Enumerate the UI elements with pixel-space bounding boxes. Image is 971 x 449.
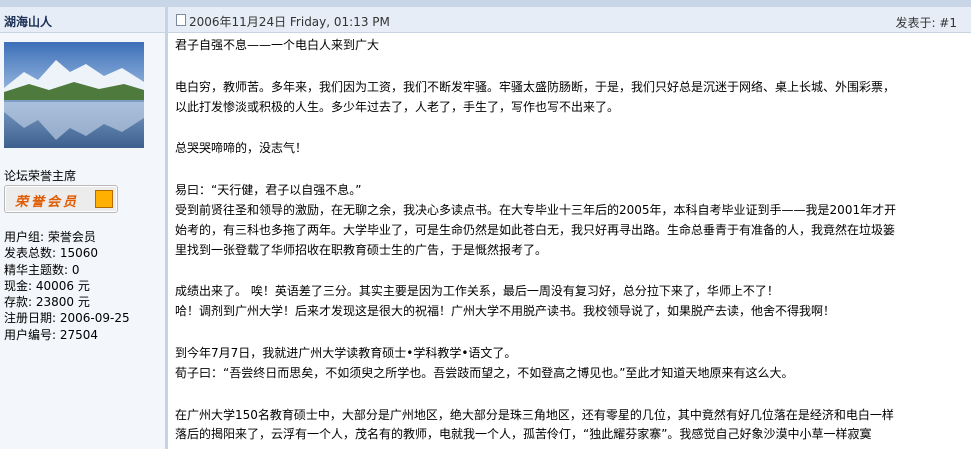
rank-badge-label: 荣誉会员: [15, 195, 80, 210]
author-sidebar: 湖海山人 论坛荣誉主席 荣誉会员 用户组: 荣誉会员 发表总数: 15060 精…: [0, 7, 165, 449]
badge-icon: [95, 190, 113, 208]
stat-register-date: 注册日期: 2006-09-25: [4, 311, 130, 326]
post-line: 易曰：“天行健，君子以自强不息。”: [175, 183, 362, 198]
column-divider: [165, 7, 168, 449]
rank-badge: 荣誉会员: [4, 185, 118, 213]
post-line: 荀子曰：“吾尝终日而思矣，不如须臾之所学也。吾尝跂而望之，不如登高之博见也。”至…: [175, 365, 794, 380]
author-name[interactable]: 湖海山人: [4, 13, 52, 30]
post-line: 君子自强不息——一个电白人来到广大: [175, 38, 380, 52]
post-line: 总哭哭啼啼的，没志气！: [175, 141, 308, 156]
post-header: 2006年11月24日 Friday, 01:13 PM 发表于: #1: [168, 7, 971, 33]
author-stats: 用户组: 荣誉会员 发表总数: 15060 精华主题数: 0 现金: 40006…: [4, 229, 130, 343]
post-line: 到今年7月7日，我就进广州大学读教育硕士•学科教学•语文了。: [175, 345, 517, 360]
post-line: 受到前贤往圣和领导的激励，在无聊之余，我决心多读点书。在大专毕业十三年后的200…: [175, 202, 897, 217]
post-line: 落后的揭阳来了，云浮有一个人，茂名有的教师，电就我一个人，孤苦伶仃，“独此耀芬家…: [175, 427, 872, 442]
avatar: [4, 42, 144, 148]
post-line: 以此打发惨淡或积极的人生。多少年过去了，人老了，手生了，写作也写不出来了。: [175, 99, 620, 114]
stat-post-count: 发表总数: 15060: [4, 246, 99, 261]
post-line: 哈！调剂到广州大学！后来才发现这是很大的祝福！广州大学不用脱产读书。我校领导说了…: [175, 304, 836, 319]
post-floor[interactable]: 发表于: #1: [895, 14, 957, 31]
post-line: 里找到一张登载了华师招收在职教育硕士生的广告，于是慨然报考了。: [175, 242, 548, 257]
post-icon: [176, 14, 186, 26]
post-line: 电白穷，教师苦。多年来，我们因为工资，我们不断发牢骚。牢骚太盛防肠断，于是，我们…: [175, 79, 896, 94]
post-line: 在广州大学150名教育硕士中，大部分是广州地区，绝大部分是珠三角地区，还有零星的…: [175, 407, 894, 422]
stat-featured-count: 精华主题数: 0: [4, 262, 80, 277]
post-line: 成绩出来了。 唉！英语差了三分。其实主要是因为工作关系，最后一周没有复习好，总分…: [175, 284, 779, 299]
rank-title: 论坛荣誉主席: [4, 169, 77, 183]
stat-user-id: 用户编号: 27504: [4, 327, 99, 342]
stat-deposit: 存款: 23800 元: [4, 295, 90, 310]
author-header: 湖海山人: [0, 7, 165, 33]
stat-cash: 现金: 40006 元: [4, 278, 90, 293]
stat-user-group: 用户组: 荣誉会员: [4, 230, 96, 244]
post-line: 始考的，有三科也多拖了两年。大学毕业了，可是生命仍然是如此苍白无，我只好再寻出路…: [175, 222, 896, 237]
post-body: 君子自强不息——一个电白人来到广大 电白穷，教师苦。多年来，我们因为工资，我们不…: [175, 36, 965, 445]
post-date: 2006年11月24日 Friday, 01:13 PM: [189, 15, 390, 29]
